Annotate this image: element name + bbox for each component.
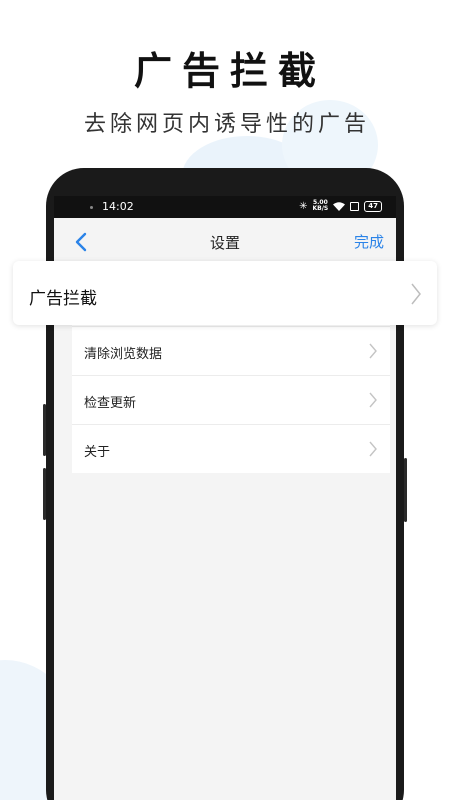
nav-title: 设置 <box>209 234 240 252</box>
battery-icon: 47 <box>364 200 382 212</box>
chevron-right-icon <box>411 283 421 305</box>
phone-side-button <box>43 468 46 520</box>
wifi-icon <box>333 201 346 211</box>
settings-item-ad-block[interactable]: 广告拦截 <box>13 261 437 325</box>
bluetooth-icon: ✳ <box>299 200 308 212</box>
settings-item-check-update[interactable]: 检查更新 <box>72 375 390 424</box>
settings-item-label: 清除浏览数据 <box>84 347 163 362</box>
settings-item-label: 关于 <box>84 445 111 460</box>
status-time: 14:02 <box>102 200 134 213</box>
phone-side-button <box>404 458 407 522</box>
promo-page: 广告拦截 去除网页内诱导性的广告 14:02 ✳ 5.00 KB/S 47 设置… <box>0 0 450 800</box>
sim-icon <box>350 201 360 211</box>
settings-item-clear-data[interactable]: 清除浏览数据 <box>72 326 390 375</box>
status-bar: 14:02 ✳ 5.00 KB/S 47 <box>54 196 396 218</box>
phone-side-button <box>43 404 46 456</box>
chevron-right-icon <box>369 343 377 359</box>
settings-item-about[interactable]: 关于 <box>72 424 390 473</box>
chevron-right-icon <box>369 441 377 457</box>
network-speed-unit: KB/S <box>312 205 329 212</box>
settings-item-label: 广告拦截 <box>29 289 97 309</box>
network-speed: 5.00 KB/S <box>313 200 329 212</box>
promo-title: 广告拦截 <box>133 49 326 93</box>
settings-item-label: 检查更新 <box>84 396 137 411</box>
nav-bar: 设置 完成 <box>54 218 396 266</box>
camera-dot-icon <box>90 206 93 209</box>
promo-subtitle: 去除网页内诱导性的广告 <box>83 112 370 137</box>
status-icons: ✳ 5.00 KB/S 47 <box>299 200 382 212</box>
chevron-right-icon <box>369 392 377 408</box>
done-button[interactable]: 完成 <box>354 231 384 252</box>
